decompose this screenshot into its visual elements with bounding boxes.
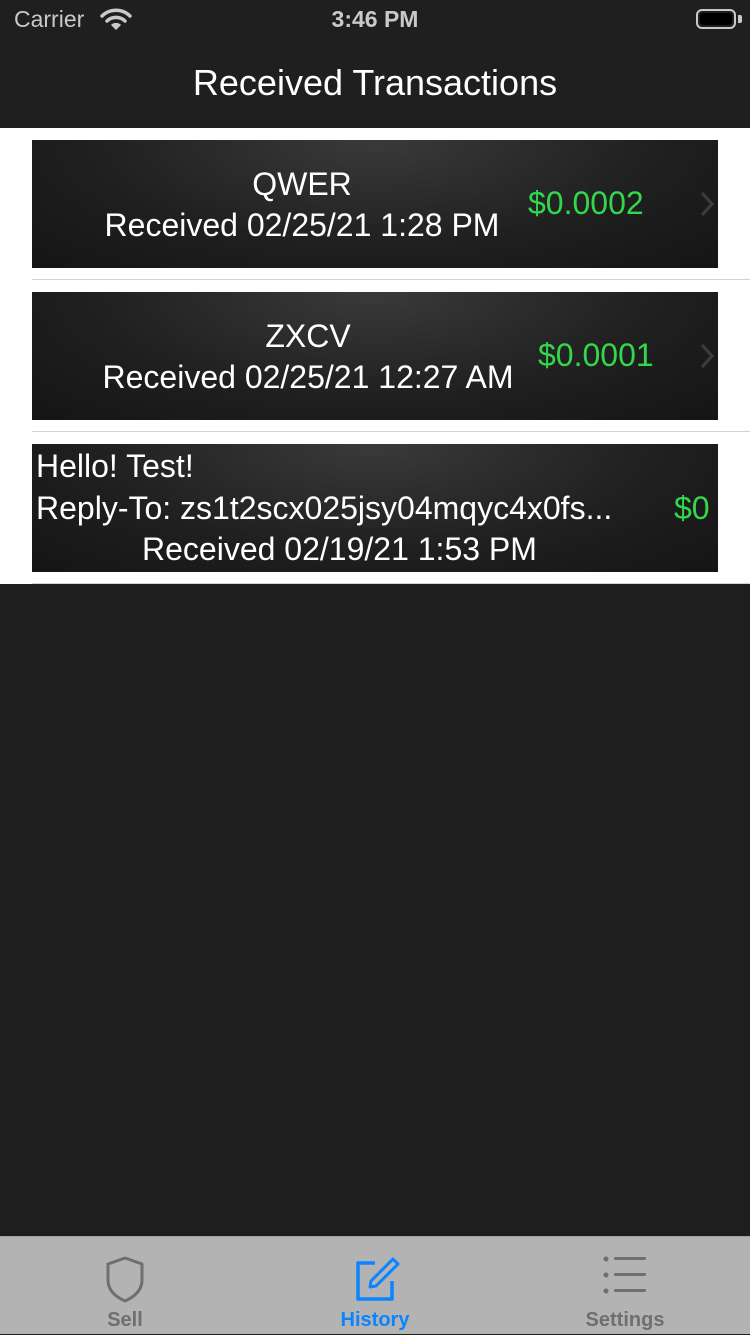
transaction-card[interactable]: Hello! Test! Reply-To: zs1t2scx025jsy04m… xyxy=(32,444,718,572)
transaction-date: Received 02/25/21 12:27 AM xyxy=(102,359,514,395)
navigation-bar: Received Transactions xyxy=(0,40,750,128)
transaction-card[interactable]: ZXCV Received 02/25/21 12:27 AM $0.0001 xyxy=(32,292,718,420)
tab-sell[interactable]: Sell xyxy=(0,1237,250,1335)
transaction-memo: ZXCV xyxy=(265,318,351,354)
transaction-amount: $0.0002 xyxy=(528,185,644,221)
transaction-card[interactable]: QWER Received 02/25/21 1:28 PM $0.0002 xyxy=(32,140,718,268)
tab-settings[interactable]: Settings xyxy=(500,1237,750,1335)
transaction-details: ZXCV Received 02/25/21 12:27 AM xyxy=(78,316,538,398)
page-title: Received Transactions xyxy=(192,62,558,103)
transaction-memo: QWER xyxy=(252,166,352,202)
compose-icon xyxy=(356,1257,400,1301)
chevron-right-icon xyxy=(700,343,715,369)
tab-bar: Sell History Settings xyxy=(0,1236,750,1334)
tab-sell-label: Sell xyxy=(107,1309,143,1331)
tab-settings-label: Settings xyxy=(585,1309,665,1331)
transaction-details: QWER Received 02/25/21 1:28 PM xyxy=(72,164,532,246)
chevron-right-icon xyxy=(700,191,715,217)
transaction-row[interactable]: Hello! Test! Reply-To: zs1t2scx025jsy04m… xyxy=(0,432,750,584)
transaction-reply-to: Reply-To: zs1t2scx025jsy04mqyc4x0fs... xyxy=(36,490,613,526)
transaction-row[interactable]: QWER Received 02/25/21 1:28 PM $0.0002 xyxy=(0,128,750,280)
shield-icon xyxy=(106,1256,144,1303)
transaction-row[interactable]: ZXCV Received 02/25/21 12:27 AM $0.0001 xyxy=(0,280,750,432)
transaction-memo: Hello! Test! xyxy=(36,448,194,484)
status-bar: Carrier 3:46 PM xyxy=(0,0,750,40)
battery-icon xyxy=(696,9,736,29)
transaction-list: QWER Received 02/25/21 1:28 PM $0.0002 Z… xyxy=(0,128,750,584)
tab-history-label: History xyxy=(340,1309,410,1331)
transaction-amount: $0.0001 xyxy=(538,337,654,373)
row-divider xyxy=(32,583,750,584)
transaction-date: Received 02/25/21 1:28 PM xyxy=(104,207,500,243)
transaction-amount: $0 xyxy=(674,490,710,526)
tab-history[interactable]: History xyxy=(250,1237,500,1335)
battery-tip xyxy=(738,15,742,23)
status-time: 3:46 PM xyxy=(331,6,419,32)
list-icon xyxy=(603,1256,646,1294)
transaction-date: Received 02/19/21 1:53 PM xyxy=(142,531,537,567)
